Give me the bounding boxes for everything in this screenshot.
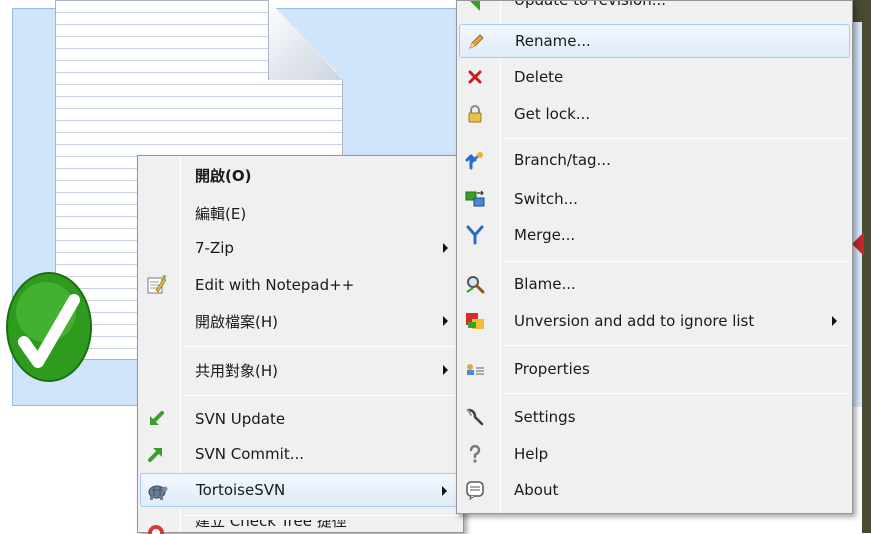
svn-update-icon: [145, 408, 167, 430]
pencil-icon: [465, 31, 487, 53]
menu-item-svn-update[interactable]: SVN Update: [140, 402, 461, 436]
menu-item-label: Merge...: [514, 226, 576, 244]
submenu-arrow-icon: [443, 243, 448, 253]
menu-item-label: Settings: [514, 408, 576, 426]
menu-separator: [504, 345, 848, 346]
window-edge-right: [862, 0, 871, 533]
submenu-item-help[interactable]: Help: [459, 437, 850, 471]
ignore-icon: [464, 310, 486, 332]
submenu-item-switch[interactable]: Switch...: [459, 182, 850, 216]
menu-item-label: Rename...: [515, 32, 591, 50]
context-menu: 開啟(O) 編輯(E) 7-Zip Edit with Notepad++ 開啟…: [137, 155, 464, 534]
update-revision-icon: [464, 1, 486, 15]
menu-item-open[interactable]: 開啟(O): [140, 158, 461, 192]
checktree-icon: [145, 522, 167, 534]
submenu-item-rename[interactable]: Rename...: [459, 24, 850, 58]
menu-item-label: 7-Zip: [195, 239, 234, 257]
submenu-item-branch-tag[interactable]: Branch/tag...: [459, 143, 850, 177]
menu-item-label: 編輯(E): [195, 204, 247, 223]
menu-separator: [504, 261, 848, 262]
switch-icon: [464, 188, 486, 210]
lock-icon: [464, 103, 486, 125]
menu-item-label: TortoiseSVN: [196, 481, 286, 499]
about-icon: [464, 479, 486, 501]
svn-commit-icon: [145, 443, 167, 465]
submenu-item-blame[interactable]: Blame...: [459, 267, 850, 301]
help-icon: [464, 443, 486, 465]
submenu-item-about[interactable]: About: [459, 473, 850, 507]
blame-icon: [464, 273, 486, 295]
submenu-arrow-icon: [442, 486, 447, 496]
properties-icon: [464, 358, 486, 380]
menu-item-label: Delete: [514, 68, 564, 86]
menu-item-svn-commit[interactable]: SVN Commit...: [140, 437, 461, 471]
menu-separator: [184, 395, 459, 396]
tortoisesvn-submenu: Update to revision... Rename... Delete G…: [456, 0, 853, 514]
submenu-item-get-lock[interactable]: Get lock...: [459, 97, 850, 131]
menu-item-label: 開啟(O): [195, 166, 252, 185]
delete-x-icon: [464, 66, 486, 88]
menu-item-label: 建立 Check Tree 捷徑: [195, 520, 347, 530]
menu-item-7zip[interactable]: 7-Zip: [140, 231, 461, 265]
submenu-arrow-icon: [443, 316, 448, 326]
submenu-item-update-to-revision[interactable]: Update to revision...: [459, 1, 850, 15]
submenu-item-properties[interactable]: Properties: [459, 352, 850, 386]
menu-separator: [504, 138, 848, 139]
menu-item-label: SVN Commit...: [195, 445, 304, 463]
menu-item-edit-notepad[interactable]: Edit with Notepad++: [140, 268, 461, 302]
tortoisesvn-icon: [146, 480, 168, 502]
menu-item-check-tree-shortcut[interactable]: 建立 Check Tree 捷徑: [140, 520, 461, 534]
menu-item-open-file[interactable]: 開啟檔案(H): [140, 304, 461, 338]
menu-item-label: Edit with Notepad++: [195, 276, 355, 294]
menu-item-label: About: [514, 481, 559, 499]
menu-item-label: Properties: [514, 360, 590, 378]
menu-separator: [184, 515, 459, 516]
menu-separator: [184, 346, 459, 347]
menu-item-label: Switch...: [514, 190, 578, 208]
menu-item-label: Update to revision...: [514, 1, 666, 9]
menu-item-label: Help: [514, 445, 549, 463]
submenu-item-merge[interactable]: Merge...: [459, 218, 850, 252]
notepad-icon: [145, 274, 167, 296]
submenu-item-delete[interactable]: Delete: [459, 60, 850, 94]
branch-icon: [464, 149, 486, 171]
menu-item-label: SVN Update: [195, 410, 286, 428]
menu-item-label: 開啟檔案(H): [195, 312, 278, 331]
menu-item-edit[interactable]: 編輯(E): [140, 196, 461, 230]
merge-icon: [464, 224, 486, 246]
menu-separator: [504, 393, 848, 394]
menu-item-share-with[interactable]: 共用對象(H): [140, 353, 461, 387]
menu-item-label: Get lock...: [514, 105, 591, 123]
menu-item-label: Blame...: [514, 275, 576, 293]
red-arrow-icon: [852, 232, 864, 256]
submenu-arrow-icon: [832, 316, 837, 326]
menu-item-label: Branch/tag...: [514, 151, 611, 169]
submenu-item-unversion-ignore[interactable]: Unversion and add to ignore list: [459, 304, 850, 338]
settings-icon: [464, 406, 486, 428]
menu-item-label: Unversion and add to ignore list: [514, 312, 755, 330]
submenu-item-settings[interactable]: Settings: [459, 400, 850, 434]
submenu-arrow-icon: [443, 365, 448, 375]
menu-item-label: 共用對象(H): [195, 361, 278, 380]
svn-normal-checkmark-icon: [6, 272, 92, 382]
menu-item-tortoisesvn[interactable]: TortoiseSVN: [140, 473, 461, 507]
